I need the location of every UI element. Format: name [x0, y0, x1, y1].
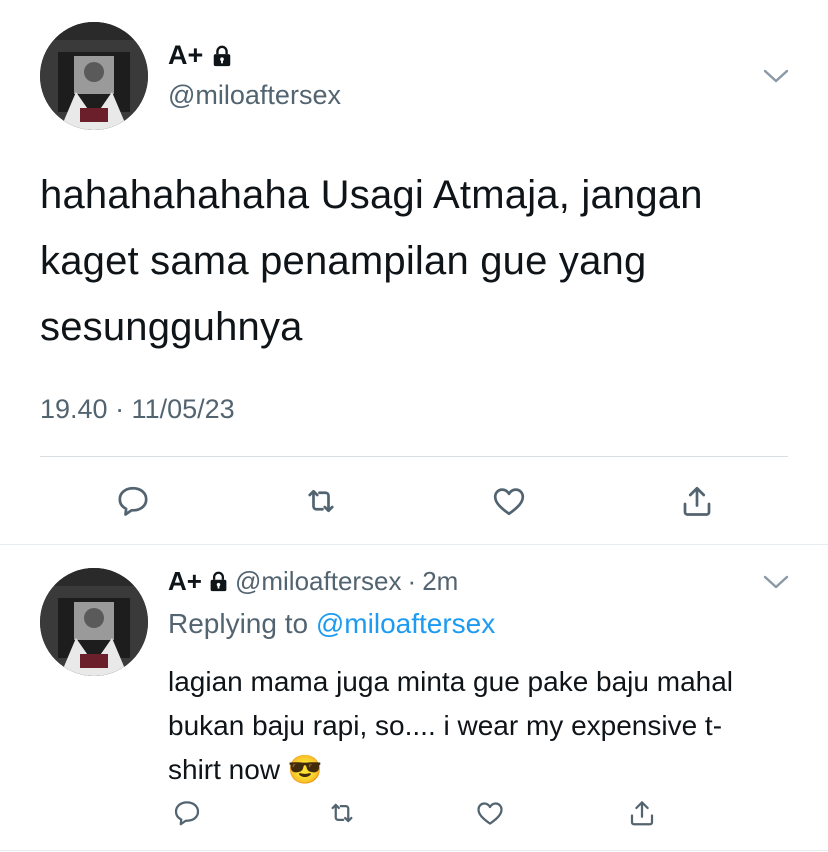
chevron-down-icon[interactable]	[762, 66, 790, 86]
section-divider	[0, 544, 828, 545]
reply-header: A+ @miloaftersex · 2m	[168, 566, 458, 597]
separator-dot: ·	[407, 566, 417, 596]
reply-share-button[interactable]	[622, 793, 662, 833]
reply-display-name[interactable]: A+	[168, 566, 202, 597]
replying-to-link[interactable]: @miloaftersex	[316, 608, 495, 639]
reply-text-body: lagian mama juga minta gue pake baju mah…	[168, 666, 734, 785]
display-name[interactable]: A+	[168, 40, 233, 71]
reply-retweet-button[interactable]	[322, 793, 362, 833]
reply-handle[interactable]: @miloaftersex	[235, 566, 402, 597]
share-icon	[630, 801, 654, 826]
timestamp[interactable]: 19.40 · 11/05/23	[40, 394, 235, 425]
reply-avatar[interactable]	[40, 568, 148, 676]
reply-button[interactable]	[113, 481, 153, 521]
like-icon	[477, 802, 503, 825]
reply-icon	[174, 801, 200, 826]
avatar[interactable]	[40, 22, 148, 130]
reply-like-button[interactable]	[470, 793, 510, 833]
share-button[interactable]	[677, 481, 717, 521]
tweet-text: hahahahahaha Usagi Atmaja, jangan kaget …	[40, 173, 703, 349]
lock-icon	[214, 45, 231, 66]
retweet-icon	[308, 489, 334, 513]
sunglasses-emoji: 😎	[287, 754, 323, 785]
reply-icon	[118, 486, 148, 516]
lock-icon	[210, 571, 227, 592]
replying-to-label: Replying to	[168, 608, 316, 639]
reply-text: lagian mama juga minta gue pake baju mah…	[168, 660, 758, 792]
reply-reply-button[interactable]	[167, 793, 207, 833]
divider	[40, 456, 788, 457]
like-button[interactable]	[489, 481, 529, 521]
display-name-text: A+	[168, 40, 204, 70]
retweet-button[interactable]	[301, 481, 341, 521]
chevron-down-icon[interactable]	[762, 572, 790, 592]
like-icon	[493, 488, 525, 516]
replying-to: Replying to @miloaftersex	[168, 608, 495, 640]
reply-time[interactable]: 2m	[422, 566, 458, 597]
handle[interactable]: @miloaftersex	[168, 80, 341, 111]
retweet-icon	[331, 803, 353, 823]
share-icon	[683, 486, 711, 516]
bottom-divider	[0, 850, 828, 851]
